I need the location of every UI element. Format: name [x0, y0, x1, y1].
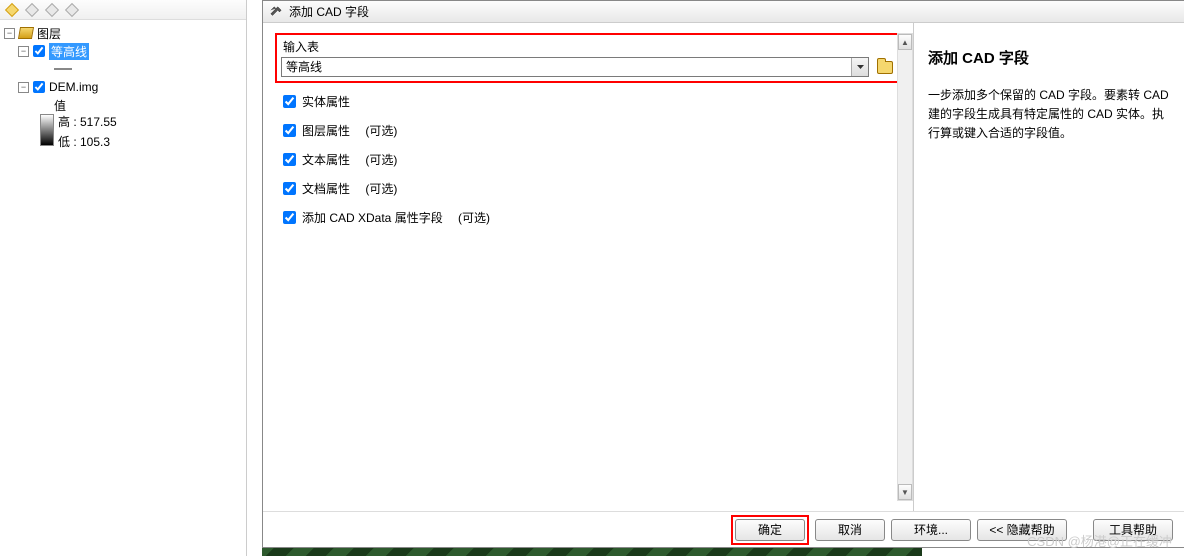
scroll-down-icon[interactable]: ▼	[898, 484, 912, 500]
chevron-down-icon[interactable]	[851, 58, 868, 76]
layer-label-dem[interactable]: DEM.img	[49, 80, 98, 94]
input-table-dropdown[interactable]: 等高线	[281, 57, 869, 77]
collapse-icon[interactable]: −	[18, 82, 29, 93]
input-table-label: 输入表	[281, 38, 895, 55]
ok-button[interactable]: 确定	[735, 519, 805, 541]
layer-visibility-checkbox[interactable]	[33, 45, 45, 57]
browse-button[interactable]	[875, 57, 895, 77]
legend-low: 低 : 105.3	[58, 134, 117, 150]
list-by-visibility-icon[interactable]	[44, 2, 60, 18]
checkbox-xdata[interactable]	[283, 211, 296, 224]
input-table-value: 等高线	[282, 58, 851, 76]
tree-layer-dem[interactable]: − DEM.img	[0, 78, 246, 96]
check-entity-props[interactable]: 实体属性	[275, 87, 901, 116]
legend-high: 高 : 517.55	[58, 114, 117, 130]
list-by-source-icon[interactable]	[24, 2, 40, 18]
checkbox-entity[interactable]	[283, 95, 296, 108]
layer-label-contour[interactable]: 等高线	[49, 43, 89, 60]
collapse-icon[interactable]: −	[18, 46, 29, 57]
tree-root[interactable]: − 图层	[0, 24, 246, 42]
input-table-highlight: 输入表 等高线	[275, 33, 901, 83]
tree-layer-contour[interactable]: − 等高线	[0, 42, 246, 60]
folder-icon	[877, 61, 893, 74]
ok-button-highlight: 确定	[731, 515, 809, 545]
check-doc-props[interactable]: 文档属性 (可选)	[275, 174, 901, 203]
checkbox-text[interactable]	[283, 153, 296, 166]
checkbox-layer[interactable]	[283, 124, 296, 137]
sidebar-toolbar	[0, 0, 246, 20]
layer-tree: − 图层 − 等高线 − DEM.img 值	[0, 20, 246, 154]
line-symbol-icon	[54, 68, 72, 70]
check-layer-props[interactable]: 图层属性 (可选)	[275, 116, 901, 145]
add-cad-fields-dialog: 添加 CAD 字段 输入表 等高线	[262, 0, 1184, 548]
layers-icon	[18, 27, 34, 39]
gradient-swatch-icon	[40, 114, 54, 146]
environments-button[interactable]: 环境...	[891, 519, 971, 541]
check-text-props[interactable]: 文本属性 (可选)	[275, 145, 901, 174]
help-text: 一步添加多个保留的 CAD 字段。要素转 CAD 建的字段生成具有特定属性的 C…	[928, 86, 1175, 144]
value-label: 值	[54, 97, 66, 114]
hammer-icon	[269, 5, 283, 19]
form-area: 输入表 等高线 实体属性	[263, 23, 913, 511]
layers-panel: − 图层 − 等高线 − DEM.img 值	[0, 0, 247, 556]
list-by-selection-icon[interactable]	[64, 2, 80, 18]
help-panel: 添加 CAD 字段 一步添加多个保留的 CAD 字段。要素转 CAD 建的字段生…	[913, 23, 1184, 511]
help-title: 添加 CAD 字段	[928, 47, 1175, 68]
tree-value-label: 值	[0, 96, 246, 114]
dialog-titlebar[interactable]: 添加 CAD 字段	[263, 1, 1184, 23]
list-by-drawing-order-icon[interactable]	[4, 2, 20, 18]
checkbox-doc[interactable]	[283, 182, 296, 195]
root-label: 图层	[37, 25, 61, 42]
tree-layer-symbol	[0, 60, 246, 78]
watermark: CSDN @杨港@正在缓冲	[1027, 531, 1172, 550]
form-scrollbar[interactable]: ▲ ▼	[897, 33, 913, 501]
cancel-button[interactable]: 取消	[815, 519, 885, 541]
check-xdata-props[interactable]: 添加 CAD XData 属性字段 (可选)	[275, 203, 901, 232]
dialog-title: 添加 CAD 字段	[289, 3, 369, 20]
collapse-icon[interactable]: −	[4, 28, 15, 39]
scroll-up-icon[interactable]: ▲	[898, 34, 912, 50]
layer-visibility-checkbox[interactable]	[33, 81, 45, 93]
